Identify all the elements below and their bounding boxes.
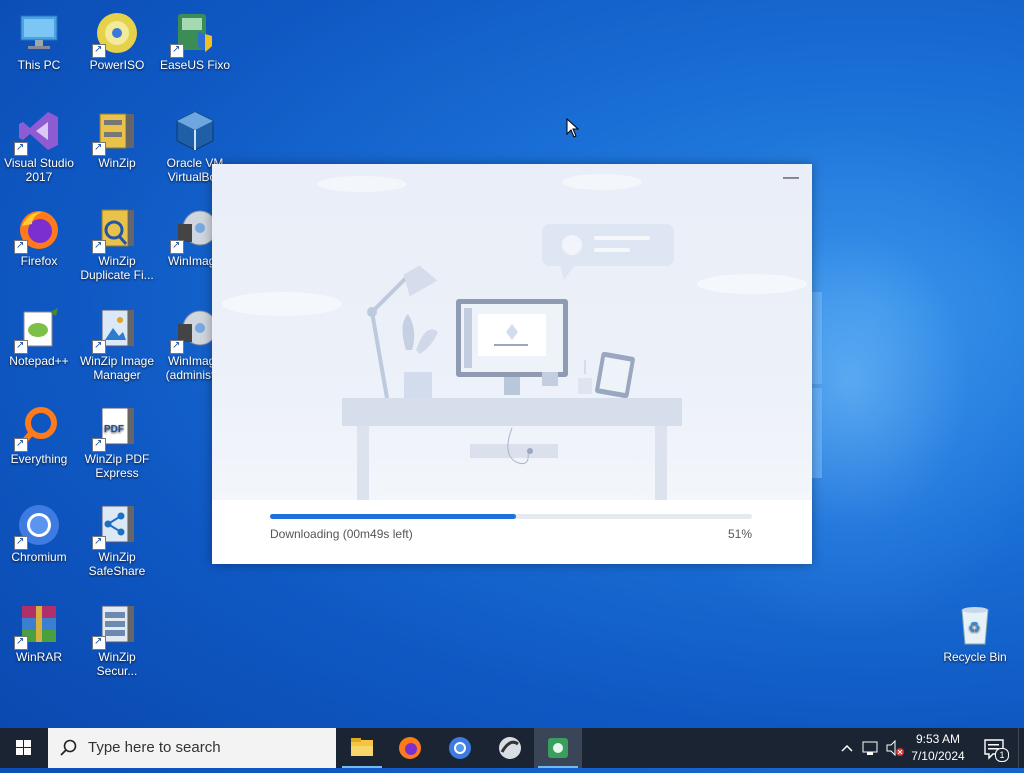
desktop-icon-label: PowerISO [89,58,145,72]
desktop-icon-label: WinRAR [15,650,62,664]
desktop-icon-everything[interactable]: Everything [0,404,78,466]
taskbar-chromium[interactable] [436,728,484,768]
desktop-icon-label: Everything [10,452,68,466]
winrar-icon [14,602,62,650]
winzip-image-icon [92,306,140,354]
show-desktop-button[interactable] [1018,728,1024,768]
taskbar-easeus-app[interactable] [534,728,582,768]
file-explorer-icon [351,738,373,756]
desktop-icon-label: WinZip PDF Express [84,452,150,480]
desktop-icon-winzip-secure[interactable]: WinZip Secur... [78,602,156,678]
desktop-icon-easeus[interactable]: EaseUS Fixo [156,10,234,72]
chromium-icon [449,737,471,759]
visual-studio-icon [14,108,62,156]
winzip-secure-icon [92,602,140,650]
desktop-icon-label: WinZip Image Manager [79,354,155,382]
desktop-icon-notepadpp[interactable]: Notepad++ [0,306,78,368]
desktop-icon-label: WinZip Secur... [96,650,138,678]
firefox-icon [399,737,421,759]
desktop-icon-firefox[interactable]: Firefox [0,206,78,268]
desktop-icon-winzip-image[interactable]: WinZip Image Manager [78,306,156,382]
desktop-icon-winzip-pdf[interactable]: PDF WinZip PDF Express [78,404,156,480]
mouse-cursor-icon [566,117,580,143]
winzip-duplicate-icon [92,206,140,254]
disc-icon [92,10,140,58]
taskbar: Type here to search 9:53 AM 7/10/2024 1 [0,728,1024,768]
search-placeholder: Type here to search [88,739,221,756]
desktop-icon-label: WinZip SafeShare [88,550,146,578]
easeus-app-icon [548,738,568,758]
windows-logo-icon [16,740,31,755]
notification-center-button[interactable]: 1 [980,728,1010,768]
installer-app-icon [499,737,521,759]
virtualbox-icon [172,108,218,154]
tray-chevron-icon[interactable] [838,728,856,768]
desktop-icon-label: WinZip Duplicate Fi... [80,254,154,282]
desktop-icon-poweriso[interactable]: PowerISO [78,10,156,72]
installer-window[interactable]: — Downloading (00m49s left) 51% [212,164,812,564]
search-icon [60,739,77,756]
progress-panel: Downloading (00m49s left) 51% [212,500,812,564]
taskbar-file-explorer[interactable] [338,728,386,768]
winzip-safeshare-icon [92,502,140,550]
desktop-icon-label: Notepad++ [9,354,69,368]
desktop-icon-this-pc[interactable]: This PC [0,10,78,72]
monitor-icon [16,10,62,56]
winzip-pdf-icon: PDF [92,404,140,452]
chromium-icon [14,502,62,550]
firefox-icon [14,206,62,254]
clock-time: 9:53 AM [915,732,961,746]
progress-percent-text: 51% [727,527,752,541]
wallpaper-logo-lower [812,388,822,478]
minimize-button[interactable]: — [780,170,802,190]
svg-text:♻: ♻ [968,620,981,636]
desktop-icon-winzip-safeshare[interactable]: WinZip SafeShare [78,502,156,578]
desktop-icon-label: Visual Studio 2017 [4,156,74,184]
svg-text:PDF: PDF [104,424,124,435]
notification-count-badge: 1 [995,748,1009,762]
everything-icon [14,404,62,452]
desktop-icon-recycle-bin[interactable]: ♻ Recycle Bin [936,602,1014,664]
progress-fill [270,514,516,519]
desktop-icon-visual-studio[interactable]: Visual Studio 2017 [0,108,78,184]
desktop-icon-label: This PC [17,58,61,72]
desktop-icon-winzip-duplicate[interactable]: WinZip Duplicate Fi... [78,206,156,282]
clock-date: 7/10/2024 [911,749,965,763]
recycle-bin-icon: ♻ [952,602,998,648]
network-icon[interactable] [860,728,882,768]
desktop-icon-label: Recycle Bin [943,650,1007,664]
taskbar-search-box[interactable]: Type here to search [48,728,336,768]
desktop-icon-label: Firefox [20,254,58,268]
desktop-icon-chromium[interactable]: Chromium [0,502,78,564]
system-clock[interactable]: 9:53 AM 7/10/2024 [900,731,976,765]
desktop-icon-winzip[interactable]: WinZip [78,108,156,170]
download-status-text: Downloading (00m49s left) [270,527,413,541]
taskbar-firefox[interactable] [386,728,434,768]
desktop-icon-label: Chromium [11,550,67,564]
notepadpp-icon [14,306,62,354]
easeus-icon [170,10,218,58]
wallpaper-logo [812,292,822,384]
desktop-icon-label: WinZip [98,156,136,170]
desk-illustration [212,164,812,500]
start-button[interactable] [0,728,48,768]
progress-bar [270,514,752,519]
desktop-icon-label: EaseUS Fixo [159,58,231,72]
winzip-icon [92,108,140,156]
desktop-icon-winrar[interactable]: WinRAR [0,602,78,664]
taskbar-installer-app[interactable] [486,728,534,768]
